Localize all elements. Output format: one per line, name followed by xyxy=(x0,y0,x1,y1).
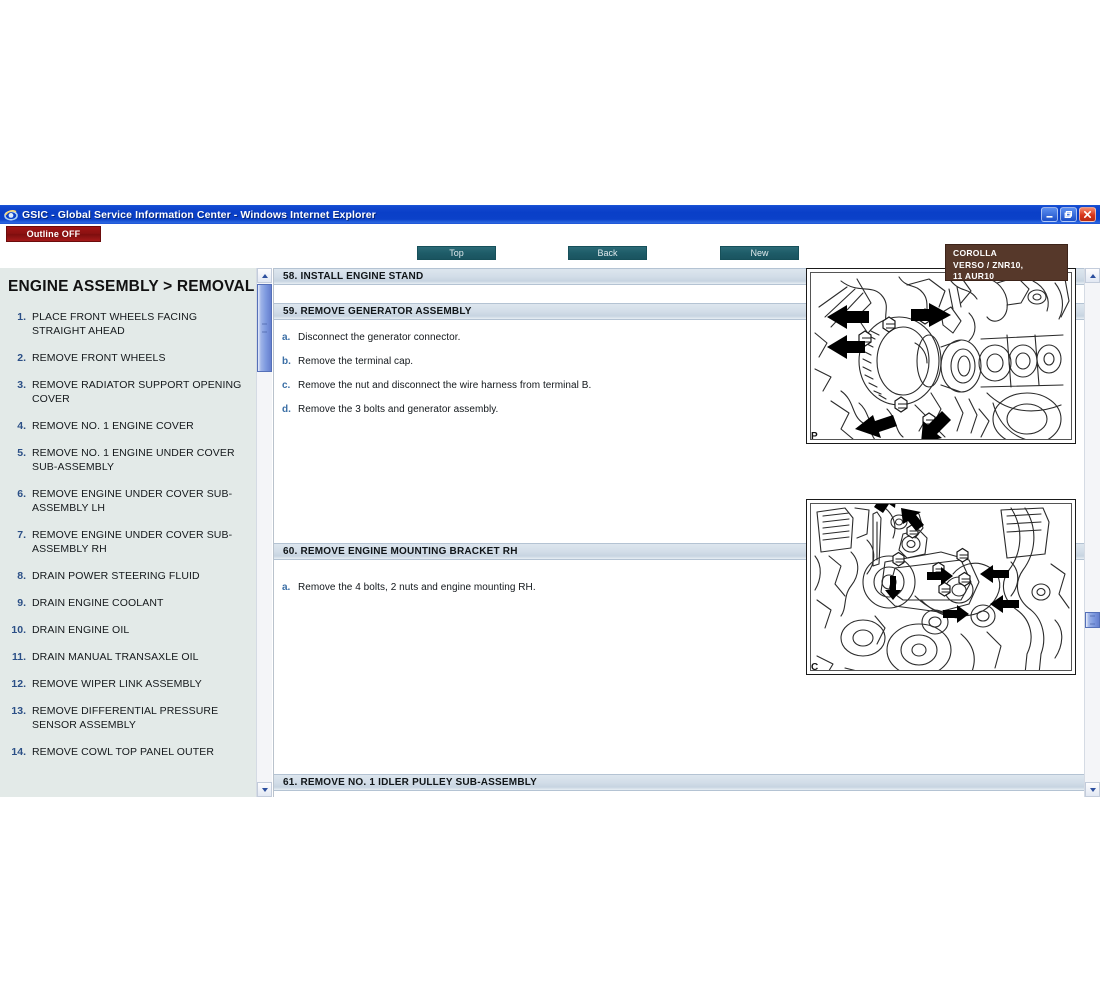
substep-letter: a. xyxy=(282,582,291,593)
substep-letter: b. xyxy=(282,356,291,367)
step-label: REMOVE NO. 1 ENGINE COVER xyxy=(32,420,194,432)
scroll-down-icon[interactable] xyxy=(257,782,272,797)
step-number: 1. xyxy=(17,311,26,323)
screenshot-canvas: GSIC - Global Service Information Center… xyxy=(0,0,1100,1000)
substep-letter: d. xyxy=(282,404,291,415)
step-number: 2. xyxy=(17,352,26,364)
sidebar-item-5[interactable]: 5. REMOVE NO. 1 ENGINE UNDER COVER SUB-A… xyxy=(0,446,256,487)
step-label: REMOVE ENGINE UNDER COVER SUB-ASSEMBLY R… xyxy=(32,529,233,555)
generator-assembly-line-art xyxy=(814,276,1070,439)
figure-label: P xyxy=(811,431,818,442)
substep-text: Remove the 3 bolts and generator assembl… xyxy=(298,404,499,415)
sidebar-scrollbar[interactable] xyxy=(256,268,272,797)
window-title-bar: GSIC - Global Service Information Center… xyxy=(0,205,1100,224)
figure-generator-assembly: P xyxy=(806,268,1076,444)
step-number: 6. xyxy=(17,488,26,500)
internet-explorer-icon xyxy=(4,208,18,222)
sidebar-item-1[interactable]: 1. PLACE FRONT WHEELS FACING STRAIGHT AH… xyxy=(0,310,256,351)
page-title: ENGINE ASSEMBLY > REMOVAL xyxy=(8,278,255,295)
step-number: 7. xyxy=(17,529,26,541)
engine-mounting-bracket-line-art xyxy=(814,504,1070,670)
step-label: PLACE FRONT WHEELS FACING STRAIGHT AHEAD xyxy=(32,311,198,337)
document-body: ENGINE ASSEMBLY > REMOVAL 1. PLACE FRONT… xyxy=(0,268,1100,797)
substep-text: Remove the 4 bolts, 2 nuts and engine mo… xyxy=(298,582,536,593)
step-number: 13. xyxy=(11,705,26,717)
outline-sidebar: ENGINE ASSEMBLY > REMOVAL 1. PLACE FRONT… xyxy=(0,268,256,797)
window-controls xyxy=(1041,207,1098,222)
new-button[interactable]: New xyxy=(720,246,799,260)
substep-text: Remove the terminal cap. xyxy=(298,356,414,367)
top-button[interactable]: Top xyxy=(417,246,496,260)
sidebar-scrollbar-thumb[interactable] xyxy=(257,284,272,372)
scroll-down-icon[interactable] xyxy=(1085,782,1100,797)
step-number: 10. xyxy=(11,624,26,636)
step-label: DRAIN POWER STEERING FLUID xyxy=(32,570,200,582)
step-number: 11. xyxy=(11,651,26,663)
sidebar-item-10[interactable]: 10. DRAIN ENGINE OIL xyxy=(0,623,256,650)
content-scrollbar-thumb[interactable] xyxy=(1085,612,1100,628)
sidebar-item-9[interactable]: 9. DRAIN ENGINE COOLANT xyxy=(0,596,256,623)
close-button[interactable] xyxy=(1079,207,1096,222)
procedure-step-list: 1. PLACE FRONT WHEELS FACING STRAIGHT AH… xyxy=(0,296,256,772)
step-label: REMOVE ENGINE UNDER COVER SUB-ASSEMBLY L… xyxy=(32,488,233,514)
step-label: REMOVE DIFFERENTIAL PRESSURE SENSOR ASSE… xyxy=(32,705,219,731)
model-line-2: VERSO / ZNR10, xyxy=(953,259,1024,270)
application-toolbar: Outline OFF Top Back New COROLLA VERSO /… xyxy=(0,224,1100,281)
substep-letter: c. xyxy=(282,380,291,391)
back-button[interactable]: Back xyxy=(568,246,647,260)
step-label: REMOVE COWL TOP PANEL OUTER xyxy=(32,746,215,758)
sidebar-item-11[interactable]: 11. DRAIN MANUAL TRANSAXLE OIL xyxy=(0,650,256,677)
sidebar-item-8[interactable]: 8. DRAIN POWER STEERING FLUID xyxy=(0,569,256,596)
minimize-button[interactable] xyxy=(1041,207,1058,222)
scroll-up-icon[interactable] xyxy=(257,268,272,283)
content-scrollbar[interactable] xyxy=(1084,268,1100,797)
sidebar-item-13[interactable]: 13. REMOVE DIFFERENTIAL PRESSURE SENSOR … xyxy=(0,704,256,745)
step-label: DRAIN MANUAL TRANSAXLE OIL xyxy=(32,651,199,663)
vehicle-model-badge: COROLLA VERSO / ZNR10, 11 AUR10 xyxy=(945,244,1068,281)
figure-frame xyxy=(810,272,1072,440)
step-label: DRAIN ENGINE COOLANT xyxy=(32,597,164,609)
figure-frame xyxy=(810,503,1072,671)
figure-label: C xyxy=(811,662,819,673)
browser-window: GSIC - Global Service Information Center… xyxy=(0,205,1100,797)
step-number: 8. xyxy=(17,570,26,582)
step-label: REMOVE FRONT WHEELS xyxy=(32,352,166,364)
window-title-text: GSIC - Global Service Information Center… xyxy=(22,208,376,221)
content-pane: 58. INSTALL ENGINE STAND 59. REMOVE GENE… xyxy=(273,268,1085,797)
sidebar-item-6[interactable]: 6. REMOVE ENGINE UNDER COVER SUB-ASSEMBL… xyxy=(0,487,256,528)
figure-engine-mounting-bracket: C xyxy=(806,499,1076,675)
restore-button[interactable] xyxy=(1060,207,1077,222)
step-label: REMOVE WIPER LINK ASSEMBLY xyxy=(32,678,202,690)
step-number: 3. xyxy=(17,379,26,391)
sidebar-item-4[interactable]: 4. REMOVE NO. 1 ENGINE COVER xyxy=(0,419,256,446)
step-label: REMOVE NO. 1 ENGINE UNDER COVER SUB-ASSE… xyxy=(32,447,235,473)
substep-text: Disconnect the generator connector. xyxy=(298,332,461,343)
scroll-up-icon[interactable] xyxy=(1085,268,1100,283)
sidebar-item-14[interactable]: 14. REMOVE COWL TOP PANEL OUTER xyxy=(0,745,256,772)
sidebar-item-12[interactable]: 12. REMOVE WIPER LINK ASSEMBLY xyxy=(0,677,256,704)
step-number: 4. xyxy=(17,420,26,432)
step-number: 14. xyxy=(11,746,26,758)
step-label: REMOVE RADIATOR SUPPORT OPENING COVER xyxy=(32,379,242,405)
section-header-61[interactable]: 61. REMOVE NO. 1 IDLER PULLEY SUB-ASSEMB… xyxy=(274,774,1085,791)
model-line-1: COROLLA xyxy=(953,248,998,258)
substep-text: Remove the nut and disconnect the wire h… xyxy=(298,380,592,391)
sidebar-item-7[interactable]: 7. REMOVE ENGINE UNDER COVER SUB-ASSEMBL… xyxy=(0,528,256,569)
substep-letter: a. xyxy=(282,332,291,343)
step-number: 9. xyxy=(17,597,26,609)
outline-toggle-button[interactable]: Outline OFF xyxy=(6,226,101,242)
step-number: 12. xyxy=(11,678,26,690)
sidebar-item-2[interactable]: 2. REMOVE FRONT WHEELS xyxy=(0,351,256,378)
step-label: DRAIN ENGINE OIL xyxy=(32,624,130,636)
step-number: 5. xyxy=(17,447,26,459)
model-line-3: 11 AUR10 xyxy=(953,271,995,281)
sidebar-item-3[interactable]: 3. REMOVE RADIATOR SUPPORT OPENING COVER xyxy=(0,378,256,419)
